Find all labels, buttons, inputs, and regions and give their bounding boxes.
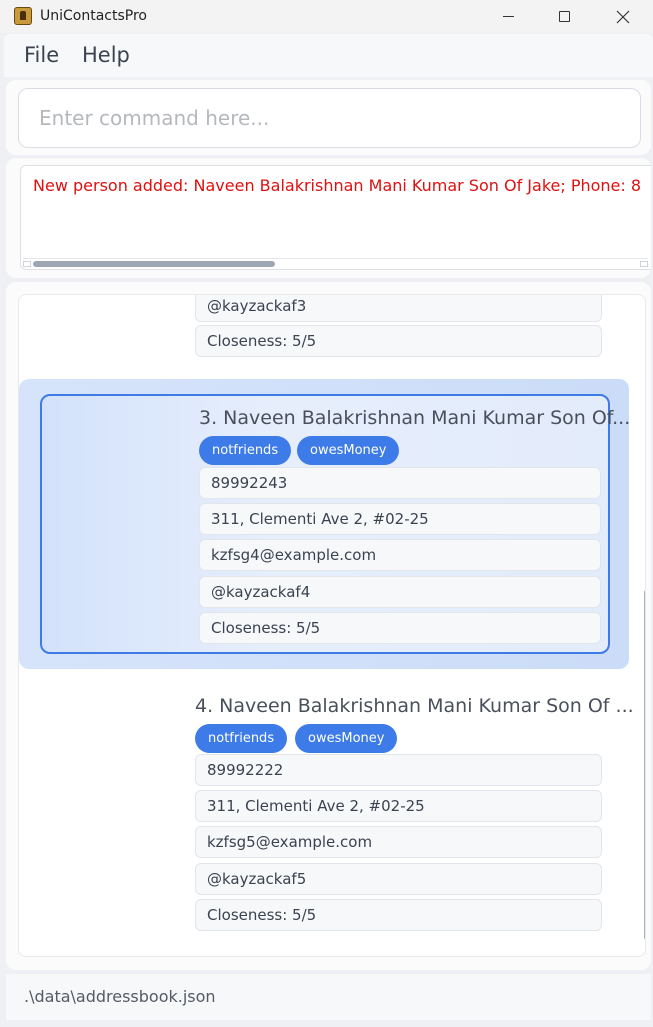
tag-badge: notfriends <box>195 724 288 753</box>
person-list-panel: @kayzackaf3 Closeness: 5/5 3. Naveen Bal… <box>6 282 651 970</box>
person-name: 4. Naveen Balakrishnan Mani Kumar Son Of… <box>195 695 634 717</box>
status-bar: .\data\addressbook.json <box>6 974 651 1020</box>
result-display[interactable]: New person added: Naveen Balakrishnan Ma… <box>20 165 651 270</box>
command-panel <box>6 80 651 155</box>
person-email: kzfsg4@example.com <box>199 539 601 571</box>
person-address: 311, Clementi Ave 2, #02-25 <box>199 503 601 535</box>
tag-badge: owesMoney <box>295 724 398 753</box>
person-closeness: Closeness: 5/5 <box>195 325 602 357</box>
person-closeness: Closeness: 5/5 <box>199 612 601 644</box>
result-panel: New person added: Naveen Balakrishnan Ma… <box>6 158 651 278</box>
person-handle: @kayzackaf5 <box>195 863 602 895</box>
tag-badge: notfriends <box>199 436 292 465</box>
person-closeness: Closeness: 5/5 <box>195 899 602 931</box>
close-button[interactable] <box>595 0 651 33</box>
horizontal-scroll-thumb[interactable] <box>33 261 275 267</box>
minimize-button[interactable] <box>480 0 536 33</box>
list-item-selected[interactable]: 3. Naveen Balakrishnan Mani Kumar Son Of… <box>19 379 630 669</box>
person-handle: @kayzackaf4 <box>199 576 601 608</box>
person-phone: 89992222 <box>195 754 602 786</box>
tag-badge: owesMoney <box>297 436 400 465</box>
minimize-icon <box>502 16 514 17</box>
title-bar: UniContactsPro <box>0 0 653 33</box>
vertical-scroll-thumb[interactable] <box>644 590 645 940</box>
scroll-left-arrow[interactable] <box>23 261 31 267</box>
person-name: 3. Naveen Balakrishnan Mani Kumar Son Of… <box>199 407 631 429</box>
person-card[interactable]: 3. Naveen Balakrishnan Mani Kumar Son Of… <box>40 394 630 654</box>
person-phone: 89992243 <box>199 467 601 499</box>
result-message: New person added: Naveen Balakrishnan Ma… <box>33 176 642 195</box>
app-icon <box>14 7 32 25</box>
command-input[interactable] <box>18 88 641 148</box>
person-handle: @kayzackaf3 <box>195 295 602 322</box>
maximize-button[interactable] <box>536 0 592 33</box>
menu-bar: File Help <box>4 34 653 77</box>
close-icon <box>616 10 630 23</box>
horizontal-scrollbar[interactable] <box>23 258 648 267</box>
menu-file[interactable]: File <box>24 43 59 67</box>
window-title: UniContactsPro <box>40 8 147 24</box>
maximize-icon <box>558 11 570 22</box>
person-list[interactable]: @kayzackaf3 Closeness: 5/5 3. Naveen Bal… <box>18 294 646 957</box>
save-location: .\data\addressbook.json <box>24 987 216 1006</box>
person-address: 311, Clementi Ave 2, #02-25 <box>195 790 602 822</box>
menu-help[interactable]: Help <box>82 43 130 67</box>
person-email: kzfsg5@example.com <box>195 826 602 858</box>
scroll-right-arrow[interactable] <box>640 261 648 267</box>
